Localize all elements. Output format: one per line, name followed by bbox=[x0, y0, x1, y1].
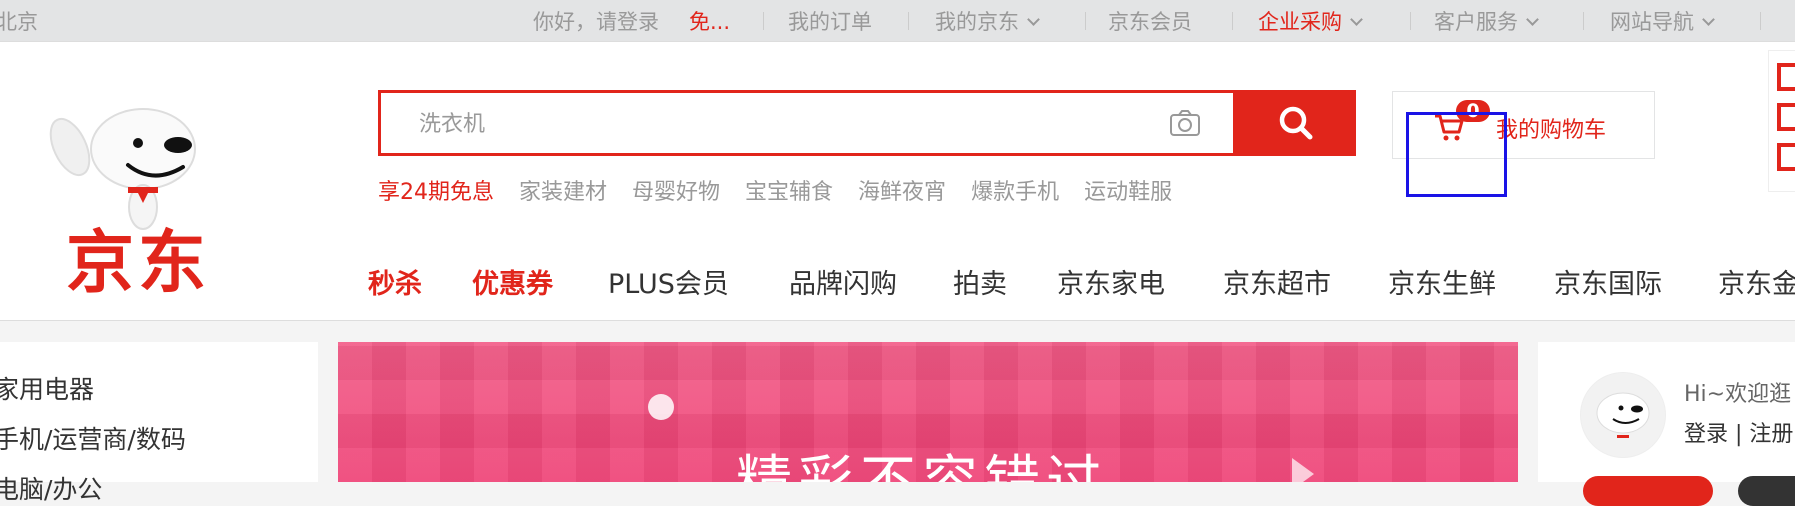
play-icon bbox=[1292, 458, 1314, 482]
hotword-link[interactable]: 运动鞋服 bbox=[1084, 180, 1172, 205]
divider bbox=[1583, 12, 1584, 30]
nav-item-finance[interactable]: 京东金 bbox=[1718, 262, 1795, 301]
category-menu: 家用电器 手机/运营商/数码 电脑/办公 bbox=[0, 342, 318, 504]
register-link[interactable]: 免... bbox=[689, 6, 730, 36]
hotword-link[interactable]: 宝宝辅食 bbox=[745, 180, 833, 205]
my-orders-link[interactable]: 我的订单 bbox=[788, 6, 872, 36]
my-jd-menu[interactable]: 我的京东 bbox=[935, 6, 1040, 36]
chevron-down-icon bbox=[1702, 13, 1715, 26]
my-cart-button[interactable]: 0 我的购物车 bbox=[1392, 91, 1655, 159]
my-jd-label: 我的京东 bbox=[935, 10, 1019, 34]
qr-code[interactable] bbox=[1768, 50, 1795, 192]
site-nav-label: 网站导航 bbox=[1610, 10, 1694, 34]
user-action-button[interactable] bbox=[1583, 476, 1713, 506]
divider bbox=[1410, 12, 1411, 30]
category-item[interactable]: 家用电器 bbox=[0, 370, 94, 406]
hot-search-words: 享24期免息 家装建材 母婴好物 宝宝辅食 海鲜夜宵 爆款手机 运动鞋服 bbox=[378, 174, 1190, 206]
jd-member-link[interactable]: 京东会员 bbox=[1108, 6, 1192, 36]
hotword-link[interactable]: 家装建材 bbox=[519, 180, 607, 205]
chevron-down-icon bbox=[1526, 13, 1539, 26]
header: 京东 享24期免息 家装建材 母婴好物 宝宝辅食 海鲜夜宵 爆款手机 运动鞋服 … bbox=[0, 42, 1795, 321]
divider bbox=[1085, 12, 1086, 30]
hotword-link[interactable]: 海鲜夜宵 bbox=[858, 180, 946, 205]
nav-item-brand-flash[interactable]: 品牌闪购 bbox=[789, 262, 897, 301]
search-icon bbox=[1279, 106, 1313, 140]
user-greeting: Hi~欢迎逛 bbox=[1684, 382, 1792, 407]
camera-search-icon[interactable] bbox=[1169, 109, 1201, 137]
banner-title: 精彩不容错过 bbox=[736, 437, 1108, 482]
hotword-link[interactable]: 爆款手机 bbox=[971, 180, 1059, 205]
cart-count-badge: 0 bbox=[1456, 100, 1490, 122]
top-bar: 北京 你好，请登录 免... 我的订单 我的京东 京东会员 企业采购 客户服务 … bbox=[0, 0, 1795, 42]
nav-item-plus[interactable]: PLUS会员 bbox=[608, 262, 729, 301]
site-nav-menu[interactable]: 网站导航 bbox=[1610, 6, 1715, 36]
chevron-down-icon bbox=[1350, 13, 1363, 26]
search-box bbox=[378, 90, 1236, 156]
enterprise-purchase-menu[interactable]: 企业采购 bbox=[1258, 6, 1363, 36]
search-button[interactable] bbox=[1236, 90, 1356, 156]
chevron-down-icon bbox=[1027, 13, 1040, 26]
qr-code-icon bbox=[1777, 63, 1795, 171]
hotword-link[interactable]: 享24期免息 bbox=[378, 180, 494, 205]
divider bbox=[908, 12, 909, 30]
city-selector[interactable]: 北京 bbox=[0, 6, 38, 36]
category-item[interactable]: 电脑/办公 bbox=[0, 470, 102, 506]
hotword-link[interactable]: 母婴好物 bbox=[632, 180, 720, 205]
nav-item-auction[interactable]: 拍卖 bbox=[953, 262, 1007, 301]
nav-item-international[interactable]: 京东国际 bbox=[1554, 262, 1662, 301]
category-item[interactable]: 手机/运营商/数码 bbox=[0, 420, 186, 456]
customer-service-menu[interactable]: 客户服务 bbox=[1434, 6, 1539, 36]
user-action-button[interactable] bbox=[1738, 476, 1795, 506]
login-register-links[interactable]: 登录 | 注册 bbox=[1684, 416, 1793, 448]
divider bbox=[1760, 12, 1761, 30]
nav-item-supermarket[interactable]: 京东超市 bbox=[1223, 262, 1331, 301]
enterprise-purchase-label: 企业采购 bbox=[1258, 10, 1342, 34]
nav-item-appliances[interactable]: 京东家电 bbox=[1057, 262, 1165, 301]
divider bbox=[763, 12, 764, 30]
search-input[interactable] bbox=[381, 93, 1151, 155]
nav-item-fresh[interactable]: 京东生鲜 bbox=[1388, 262, 1496, 301]
banner-decoration bbox=[648, 394, 674, 420]
nav-item-coupons[interactable]: 优惠券 bbox=[472, 262, 553, 301]
cart-label: 我的购物车 bbox=[1496, 118, 1607, 143]
promo-banner[interactable]: 精彩不容错过 bbox=[338, 342, 1518, 482]
jd-logo-text: 京东 bbox=[66, 223, 211, 303]
user-panel: Hi~欢迎逛 登录 | 注册 bbox=[1538, 342, 1795, 506]
login-link[interactable]: 你好，请登录 bbox=[533, 6, 659, 36]
avatar[interactable] bbox=[1580, 372, 1666, 458]
jd-dog-avatar-icon bbox=[1596, 392, 1650, 438]
divider bbox=[1232, 12, 1233, 30]
nav-item-seckill[interactable]: 秒杀 bbox=[368, 262, 422, 301]
customer-service-label: 客户服务 bbox=[1434, 10, 1518, 34]
